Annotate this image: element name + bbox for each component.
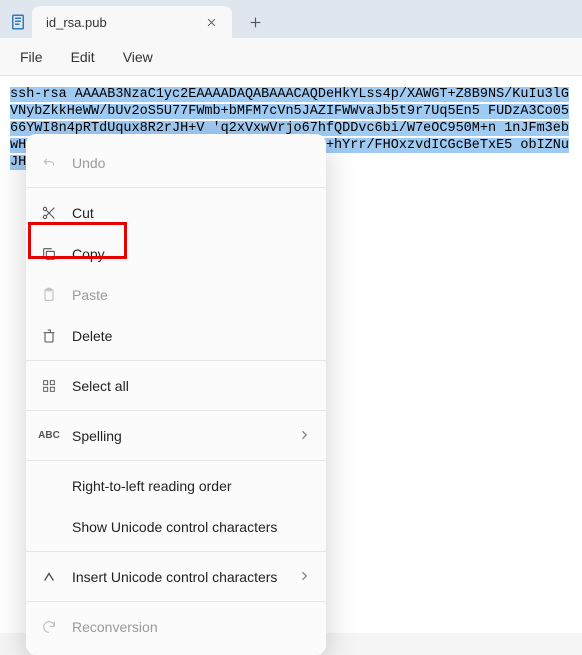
ctx-spelling-label: Spelling	[72, 428, 284, 444]
tab-close-button[interactable]	[200, 11, 222, 33]
spelling-icon: ABC	[40, 427, 58, 445]
menu-file[interactable]: File	[6, 43, 57, 71]
ctx-undo: Undo	[26, 142, 326, 183]
ctx-show-unicode-label: Show Unicode control characters	[72, 519, 310, 535]
ctx-select-all[interactable]: Select all	[26, 365, 326, 406]
clipboard-icon	[40, 286, 58, 304]
separator	[26, 360, 326, 361]
ctx-show-unicode[interactable]: Show Unicode control characters	[26, 506, 326, 547]
select-all-icon	[40, 377, 58, 395]
copy-icon	[40, 245, 58, 263]
new-tab-button[interactable]	[240, 7, 270, 37]
chevron-right-icon	[298, 569, 310, 585]
separator	[26, 601, 326, 602]
ctx-spelling[interactable]: ABC Spelling	[26, 415, 326, 456]
ctx-insert-unicode[interactable]: Insert Unicode control characters	[26, 556, 326, 597]
ctx-delete[interactable]: Delete	[26, 315, 326, 356]
ctx-rtl-label: Right-to-left reading order	[72, 478, 310, 494]
ctx-reconversion: Reconversion	[26, 606, 326, 647]
context-menu: Undo Cut Copy Paste Delete Select all AB…	[26, 134, 326, 655]
separator	[26, 460, 326, 461]
menu-bar: File Edit View	[0, 38, 582, 76]
separator	[26, 551, 326, 552]
undo-icon	[40, 154, 58, 172]
blank-icon	[40, 477, 58, 495]
separator	[26, 410, 326, 411]
trash-icon	[40, 327, 58, 345]
ctx-cut[interactable]: Cut	[26, 192, 326, 233]
ctx-reconversion-label: Reconversion	[72, 619, 310, 635]
chevron-right-icon	[298, 428, 310, 444]
ctx-copy[interactable]: Copy	[26, 233, 326, 274]
separator	[26, 187, 326, 188]
ctx-paste-label: Paste	[72, 287, 310, 303]
ctx-cut-label: Cut	[72, 205, 310, 221]
scissors-icon	[40, 204, 58, 222]
ctx-copy-label: Copy	[72, 246, 310, 262]
caret-icon	[40, 568, 58, 586]
notepad-app-icon	[8, 12, 28, 32]
ctx-rtl[interactable]: Right-to-left reading order	[26, 465, 326, 506]
ctx-undo-label: Undo	[72, 155, 310, 171]
menu-edit[interactable]: Edit	[57, 43, 109, 71]
tab-active[interactable]: id_rsa.pub	[32, 6, 232, 38]
ctx-insert-unicode-label: Insert Unicode control characters	[72, 569, 284, 585]
ctx-paste: Paste	[26, 274, 326, 315]
ctx-select-all-label: Select all	[72, 378, 310, 394]
menu-view[interactable]: View	[109, 43, 167, 71]
blank-icon	[40, 518, 58, 536]
ctx-delete-label: Delete	[72, 328, 310, 344]
tab-bar: id_rsa.pub	[0, 0, 582, 38]
tab-title: id_rsa.pub	[46, 15, 200, 30]
